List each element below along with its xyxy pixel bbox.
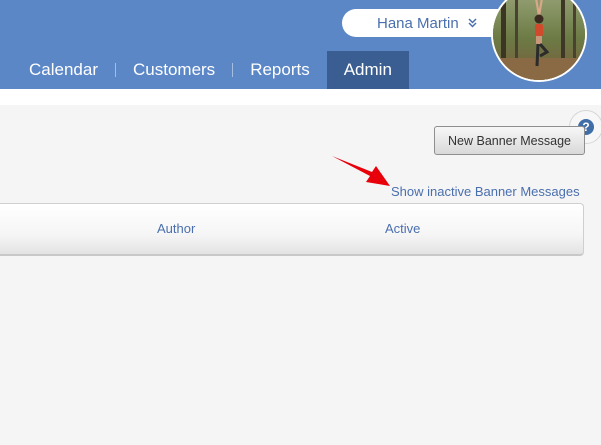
top-header: Hana Martin Calendar Customers Reports A… xyxy=(0,0,601,89)
column-header-active[interactable]: Active xyxy=(385,221,420,236)
nav-customers[interactable]: Customers xyxy=(116,51,232,89)
user-name: Hana Martin xyxy=(377,14,459,32)
show-inactive-banner-messages-link[interactable]: Show inactive Banner Messages xyxy=(391,184,580,199)
main-nav: Calendar Customers Reports Admin xyxy=(0,51,409,89)
user-menu[interactable]: Hana Martin xyxy=(342,9,512,37)
new-banner-message-button[interactable]: New Banner Message xyxy=(434,126,585,155)
header-divider-strip xyxy=(0,89,601,105)
nav-calendar[interactable]: Calendar xyxy=(0,51,115,89)
avatar[interactable] xyxy=(491,0,587,82)
table-header: Author Active xyxy=(0,203,584,256)
nav-reports[interactable]: Reports xyxy=(233,51,327,89)
nav-admin[interactable]: Admin xyxy=(326,51,409,89)
chevron-double-down-icon xyxy=(468,18,477,28)
column-header-author[interactable]: Author xyxy=(157,221,195,236)
red-arrow-icon xyxy=(332,156,390,186)
